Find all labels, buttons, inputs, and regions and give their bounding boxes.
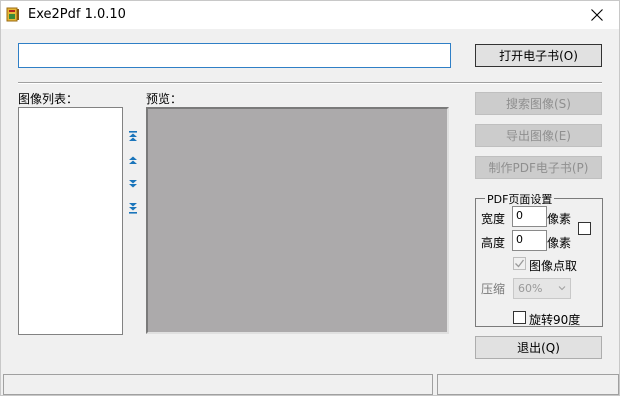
compress-label: 压缩	[481, 282, 506, 296]
chevron-down-icon	[558, 286, 566, 291]
title-bar: Exe2Pdf 1.0.10	[1, 1, 619, 29]
height-label: 高度	[481, 236, 506, 250]
width-unit: 像素	[547, 212, 572, 226]
compress-value: 60%	[518, 282, 543, 295]
height-unit: 像素	[547, 236, 572, 250]
status-bar-secondary	[437, 374, 619, 395]
move-bottom-icon[interactable]	[126, 201, 140, 215]
image-list-label: 图像列表：	[18, 92, 79, 106]
make-pdf-button[interactable]: 制作PDF电子书(P)	[475, 156, 602, 179]
rotate-checkbox[interactable]	[513, 311, 526, 324]
width-label: 宽度	[481, 212, 506, 226]
compress-select[interactable]: 60%	[513, 278, 571, 299]
preview-pane	[146, 107, 449, 334]
width-field[interactable]: 0	[512, 206, 547, 227]
height-field[interactable]: 0	[512, 230, 547, 251]
open-ebook-button[interactable]: 打开电子书(O)	[475, 44, 602, 67]
move-top-icon[interactable]	[126, 130, 140, 144]
image-list[interactable]	[18, 107, 123, 335]
exit-button[interactable]: 退出(Q)	[475, 336, 602, 359]
preview-label: 预览：	[146, 92, 183, 106]
status-bar-main	[3, 374, 433, 395]
search-images-button[interactable]: 搜索图像(S)	[475, 92, 602, 115]
move-up-icon[interactable]	[126, 153, 140, 167]
separator	[18, 82, 602, 84]
move-down-icon[interactable]	[126, 177, 140, 191]
file-path-input[interactable]	[18, 43, 451, 68]
export-images-button[interactable]: 导出图像(E)	[475, 124, 602, 147]
window-title: Exe2Pdf 1.0.10	[28, 7, 126, 22]
rotate-label: 旋转90度	[529, 313, 581, 327]
check-icon	[515, 259, 525, 268]
pdf-settings-title: PDF页面设置	[485, 191, 555, 207]
pixel-pick-label: 图像点取	[529, 259, 578, 273]
size-lock-checkbox[interactable]	[578, 222, 591, 235]
app-icon	[6, 7, 20, 22]
app-window: Exe2Pdf 1.0.10 打开电子书(O) 图像列表： 预览： 搜索图像(S…	[0, 0, 620, 396]
pixel-pick-checkbox[interactable]	[513, 257, 526, 270]
close-icon	[590, 9, 603, 21]
close-button[interactable]	[574, 1, 619, 29]
